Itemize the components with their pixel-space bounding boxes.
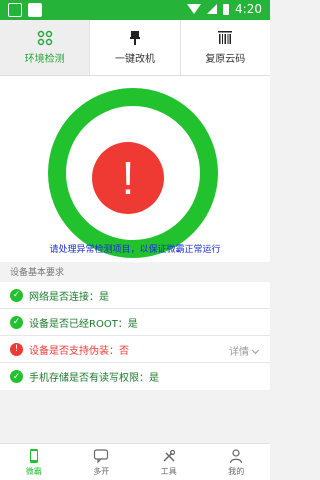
check-text: 网络是否连接：是	[29, 291, 109, 303]
tools-icon	[163, 449, 175, 462]
check-error-icon: !	[10, 342, 23, 356]
check-ok-icon: ✓	[10, 315, 23, 329]
barcode-icon	[218, 31, 233, 44]
nav-label: 微霸	[25, 466, 42, 476]
image-notification-icon	[8, 3, 22, 17]
alert-icon[interactable]: !	[92, 142, 164, 214]
nav-label: 多开	[93, 466, 110, 476]
check-text: 设备是否支持伪装：否	[29, 345, 129, 357]
check-text: 设备是否已经ROOT：是	[29, 318, 138, 330]
status-panel: !	[0, 76, 270, 262]
notification-icon	[28, 3, 42, 17]
tab-label: 环境检测	[24, 54, 65, 65]
phone-icon	[29, 448, 38, 463]
env-check-icon	[37, 30, 52, 46]
bottom-nav: 微霸 多开 工具 我的	[0, 443, 270, 480]
signal-icon	[207, 4, 218, 14]
section-title: 设备基本要求	[10, 268, 65, 278]
nav-tools[interactable]: 工具	[135, 444, 203, 480]
detail-link[interactable]: 详情	[229, 343, 260, 358]
nav-label: 工具	[160, 466, 177, 476]
chat-icon	[94, 448, 109, 463]
tab-env-check[interactable]: 环境检测	[0, 20, 90, 75]
chevron-down-icon	[251, 346, 260, 355]
nav-weiba[interactable]: 微霸	[0, 444, 68, 480]
battery-icon	[223, 3, 230, 15]
tab-label: 一键改机	[114, 54, 155, 65]
top-tabs: 环境检测 一键改机 复原云码	[0, 20, 270, 76]
tab-label: 复原云码	[205, 54, 246, 65]
tab-restore-cloud-code[interactable]: 复原云码	[179, 20, 270, 75]
brush-icon	[129, 31, 140, 45]
check-item-disguise[interactable]: ! 设备是否支持伪装：否 详情	[0, 336, 270, 363]
status-message: 请处理异常检测项目，以保证微霸正常运行	[49, 245, 221, 255]
check-text: 手机存储是否有读写权限：是	[29, 373, 159, 384]
check-item-root: ✓ 设备是否已经ROOT：是	[0, 309, 270, 336]
tab-one-click-change[interactable]: 一键改机	[89, 20, 179, 75]
wifi-icon	[187, 4, 202, 14]
check-item-storage: ✓ 手机存储是否有读写权限：是	[0, 363, 270, 390]
nav-multi-open[interactable]: 多开	[68, 444, 136, 480]
nav-me[interactable]: 我的	[203, 444, 271, 480]
nav-label: 我的	[228, 466, 245, 476]
status-bar: 4:20	[0, 0, 270, 20]
check-ok-icon: ✓	[10, 288, 23, 302]
check-item-network: ✓ 网络是否连接：是	[0, 282, 270, 309]
user-icon	[230, 448, 243, 463]
check-ok-icon: ✓	[10, 370, 23, 383]
status-time: 4:20	[235, 2, 262, 16]
check-list: ✓ 网络是否连接：是 ✓ 设备是否已经ROOT：是 ! 设备是否支持伪装：否 详…	[0, 282, 270, 390]
detail-label: 详情	[229, 347, 249, 358]
